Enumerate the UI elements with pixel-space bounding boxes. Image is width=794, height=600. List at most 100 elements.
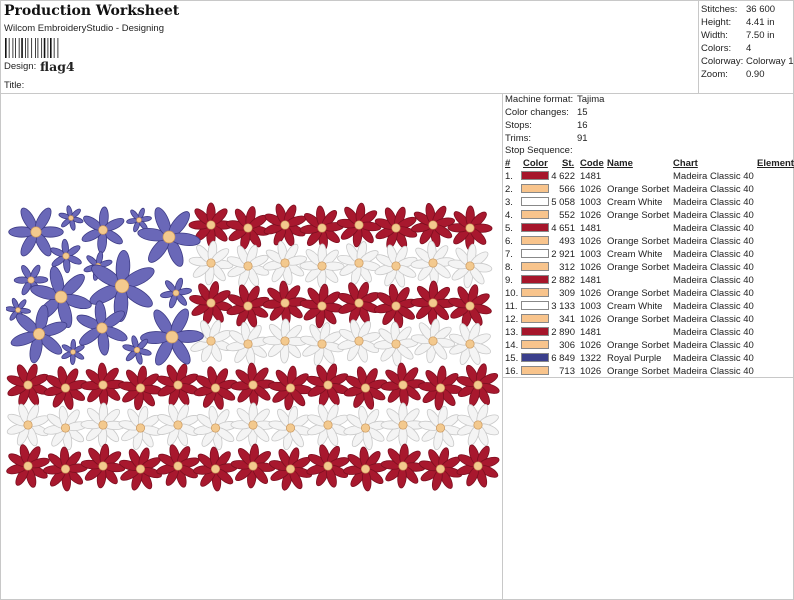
flower-motif — [193, 366, 238, 410]
info-value: 4.41 in — [746, 17, 775, 28]
machine-value: Tajima — [577, 94, 605, 105]
machine-row-trims: Trims: 91 — [505, 132, 604, 145]
info-value: 36 600 — [746, 4, 776, 15]
flower-motif — [118, 406, 163, 450]
row-chart: Madeira Classic 40 — [673, 353, 754, 364]
info-value: 0.90 — [746, 69, 765, 80]
flower-motif — [262, 318, 308, 364]
row-stitches: 309 — [559, 288, 575, 299]
flower-motif — [81, 206, 125, 254]
row-chart: Madeira Classic 40 — [673, 184, 754, 195]
row-name: Orange Sorbet — [607, 340, 670, 351]
header-name: Name — [607, 158, 633, 169]
flower-motif — [80, 402, 126, 448]
row-chart: Madeira Classic 40 — [673, 197, 754, 208]
flower-motif — [300, 322, 344, 366]
flower-motif — [58, 205, 84, 231]
flower-motif — [373, 321, 419, 367]
flower-motif — [193, 446, 238, 492]
color-swatch — [521, 353, 549, 362]
software-subtitle: Wilcom EmbroideryStudio - Designing — [4, 23, 164, 34]
color-swatch — [521, 301, 549, 310]
flower-motif — [226, 206, 270, 250]
flower-motif — [160, 277, 192, 309]
flower-motif — [456, 363, 500, 407]
info-value: Colorway 1 — [746, 56, 794, 67]
flower-motif — [6, 444, 50, 488]
flower-motif — [156, 403, 200, 447]
stop-sequence-label: Stop Sequence: — [505, 145, 573, 156]
row-num: 13. — [505, 327, 519, 338]
flower-motif — [225, 321, 271, 367]
info-row-height: Height: 4.41 in — [701, 16, 794, 29]
row-num: 10. — [505, 288, 519, 299]
row-chart: Madeira Classic 40 — [673, 275, 754, 286]
row-stitches: 312 — [559, 262, 575, 273]
machine-row-stops: Stops: 16 — [505, 119, 604, 132]
machine-label: Trims: — [505, 133, 532, 144]
row-code: 1026 — [580, 236, 602, 247]
design-label: Design: — [4, 61, 37, 72]
row-code: 1481 — [580, 327, 602, 338]
design-info: Stitches: 36 600 Height: 4.41 in Width: 7.5… — [701, 3, 794, 81]
row-chart: Madeira Classic 40 — [673, 171, 754, 182]
flower-motif — [299, 243, 345, 289]
flower-motif — [306, 444, 350, 488]
machine-info: Machine format: Tajima Color changes: 15 S… — [505, 93, 604, 145]
row-num: 8. — [505, 262, 513, 273]
row-name: Cream White — [607, 301, 663, 312]
row-stitches: 6 849 — [551, 353, 575, 364]
machine-value: 91 — [577, 133, 588, 144]
panel-divider — [502, 93, 503, 600]
flower-motif — [410, 318, 456, 364]
row-stitches: 2 921 — [551, 249, 575, 260]
flower-motif — [6, 363, 50, 407]
flower-motif — [418, 447, 463, 491]
flower-motif — [268, 365, 313, 411]
row-stitches: 2 890 — [551, 327, 575, 338]
row-chart: Madeira Classic 40 — [673, 223, 754, 234]
row-num: 7. — [505, 249, 513, 260]
row-name: Orange Sorbet — [607, 288, 670, 299]
row-code: 1003 — [580, 249, 602, 260]
flower-motif — [418, 405, 463, 451]
row-num: 15. — [505, 353, 519, 364]
row-stitches: 306 — [559, 340, 575, 351]
row-chart: Madeira Classic 40 — [673, 262, 754, 273]
info-row-colorway: Colorway: Colorway 1 — [701, 55, 794, 68]
machine-label: Stops: — [505, 120, 532, 131]
info-label: Height: — [701, 17, 732, 28]
flower-motif — [337, 319, 381, 363]
row-name: Orange Sorbet — [607, 262, 670, 273]
flower-motif — [156, 363, 200, 407]
color-swatch — [521, 236, 549, 245]
embroidery-design-preview — [6, 202, 500, 492]
row-name: Orange Sorbet — [607, 210, 670, 221]
machine-row-format: Machine format: Tajima — [505, 93, 604, 106]
flower-motif — [80, 443, 126, 489]
flower-motif — [268, 405, 313, 451]
flower-motif — [156, 444, 200, 488]
flower-motif — [43, 405, 88, 451]
color-swatch — [521, 314, 549, 323]
flower-motif — [306, 363, 350, 407]
row-num: 6. — [505, 236, 513, 247]
flower-motif — [457, 404, 499, 446]
flower-motif — [418, 365, 463, 411]
row-code: 1481 — [580, 171, 602, 182]
machine-value: 16 — [577, 120, 588, 131]
info-label: Zoom: — [701, 69, 728, 80]
row-name: Orange Sorbet — [607, 184, 670, 195]
flower-motif — [343, 446, 388, 492]
flower-motif — [380, 402, 426, 448]
header-num: # — [505, 158, 511, 169]
flower-motif — [336, 202, 382, 248]
row-code: 1481 — [580, 223, 602, 234]
row-stitches: 552 — [559, 210, 575, 221]
flower-motif — [299, 283, 345, 329]
info-row-width: Width: 7.50 in — [701, 29, 794, 42]
color-swatch — [521, 262, 549, 271]
row-stitches: 341 — [559, 314, 575, 325]
row-name: Royal Purple — [607, 353, 662, 364]
row-num: 1. — [505, 171, 513, 182]
